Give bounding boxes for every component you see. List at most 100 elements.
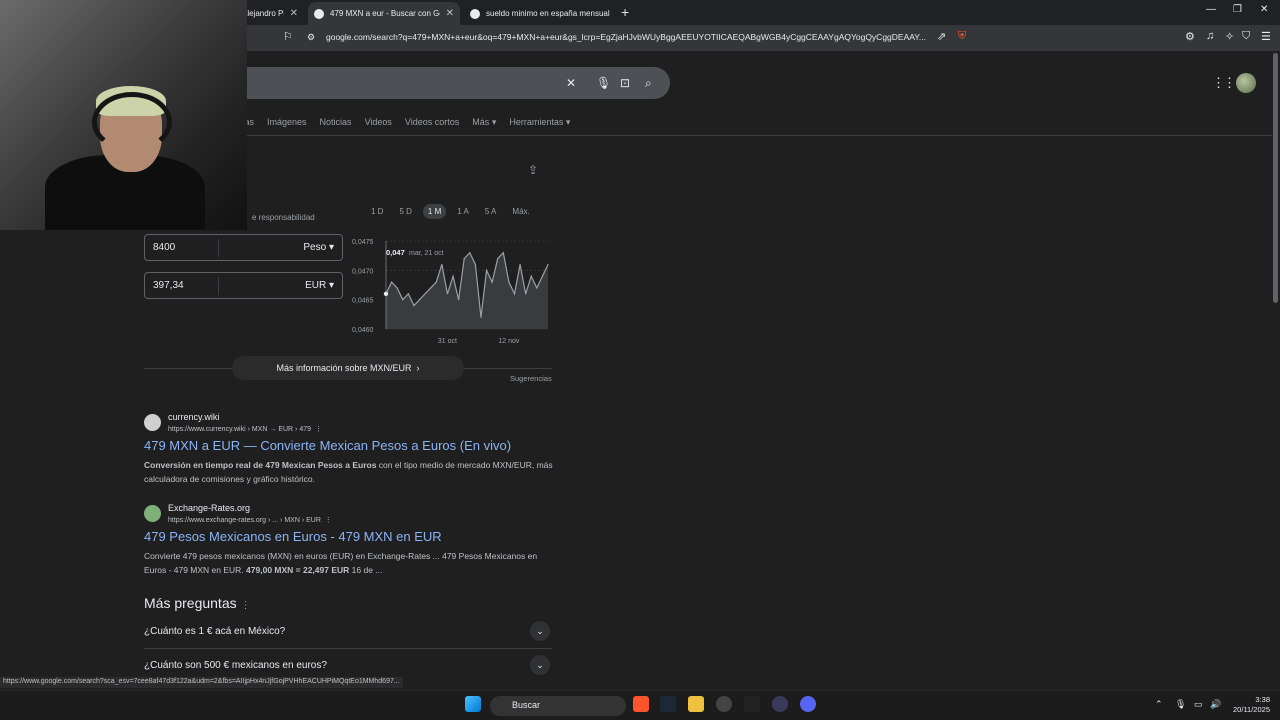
range-5a[interactable]: 5 A <box>480 204 502 219</box>
result-title-link[interactable]: 479 Pesos Mexicanos en Euros - 479 MXN e… <box>144 529 442 544</box>
tab-videos[interactable]: Videos <box>365 117 392 128</box>
search-icon[interactable]: ⌕ <box>645 76 652 91</box>
close-window-icon[interactable]: ✕ <box>1260 4 1268 15</box>
vpn-icon[interactable]: ⛉ <box>1242 30 1250 43</box>
result-cite-text: https://www.exchange-rates.org › ... › M… <box>168 517 321 524</box>
range-1a[interactable]: 1 A <box>452 204 474 219</box>
data-point <box>446 293 449 295</box>
chevron-down-icon[interactable]: ⌄ <box>530 621 550 641</box>
avatar[interactable] <box>1236 73 1256 93</box>
result-cite: https://www.currency.wiki › MXN → EUR › … <box>168 426 322 433</box>
data-point <box>413 304 415 307</box>
share-icon[interactable]: ⇗ <box>937 30 946 43</box>
range-max[interactable]: Máx. <box>507 204 534 219</box>
taskbar-search[interactable]: Buscar <box>490 696 626 716</box>
tab-tools-label: Herramientas <box>509 117 564 127</box>
close-icon[interactable]: ✕ <box>446 8 454 19</box>
minimize-icon[interactable]: — <box>1206 4 1216 15</box>
exchange-rate-chart[interactable]: 0,0475 0,0470 0,0465 0,0460 0,047 mar, 21 oct… <box>350 235 552 345</box>
range-1d[interactable]: 1 D <box>366 204 388 219</box>
maximize-icon[interactable]: ❐ <box>1233 4 1242 15</box>
result-title-link[interactable]: 479 MXN a EUR — Convierte Mexican Pesos … <box>144 438 511 453</box>
more-info-label: Más información sobre MXN/EUR <box>276 363 412 373</box>
result-site[interactable]: currency.wiki <box>168 412 219 422</box>
data-point <box>485 269 488 271</box>
tab-short-videos[interactable]: Videos cortos <box>405 117 459 128</box>
scrollbar-thumb[interactable] <box>1273 53 1278 303</box>
brave-shield-icon[interactable]: ⛨ <box>958 30 966 43</box>
tab-news[interactable]: Noticias <box>320 117 352 128</box>
data-point <box>530 275 532 277</box>
data-point <box>424 293 426 295</box>
snippet-bold: Conversión en tiempo real de 479 Mexican… <box>144 460 377 470</box>
search-nav-tabs: cas Imágenes Noticias Videos Videos cort… <box>240 117 570 128</box>
lens-icon[interactable]: ⊡ <box>620 76 630 90</box>
data-point <box>513 293 516 295</box>
y-tick-label: 0,0475 <box>352 239 374 246</box>
file-explorer-icon[interactable] <box>688 696 704 712</box>
taskbar-search-label: Buscar <box>512 700 541 710</box>
tab-2[interactable]: 479 MXN a eur - Buscar con Go ✕ <box>308 2 460 25</box>
data-point <box>474 263 476 266</box>
from-currency-select[interactable]: Peso ▾ <box>303 242 334 253</box>
data-point <box>435 281 437 283</box>
share-icon[interactable]: ⇪ <box>528 163 538 177</box>
suggestions-link[interactable]: Sugerencias <box>510 374 552 383</box>
windows-start-icon[interactable] <box>465 696 481 712</box>
tab-title: 479 MXN a eur - Buscar con Go <box>330 9 440 18</box>
discord-icon[interactable] <box>800 696 816 712</box>
more-options-icon[interactable]: ⋮ <box>241 600 251 611</box>
range-5d[interactable]: 5 D <box>394 204 416 219</box>
to-currency-select[interactable]: EUR ▾ <box>305 280 334 291</box>
extensions-icon[interactable]: ⚙ <box>1185 30 1195 43</box>
new-tab-button[interactable]: + <box>621 4 629 20</box>
from-value[interactable]: 8400 <box>153 242 175 253</box>
from-amount-field[interactable]: 8400 Peso ▾ <box>144 234 343 261</box>
status-bar: https://www.google.com/search?sca_esv=7c… <box>0 677 403 688</box>
microphone-icon[interactable]: 🎙 <box>1175 699 1186 710</box>
range-1m[interactable]: 1 M <box>422 204 447 219</box>
google-favicon-icon <box>470 8 480 19</box>
microphone-icon[interactable]: 🎙 <box>596 76 611 90</box>
site-info-icon[interactable]: ⚙ <box>307 32 315 43</box>
disclaimer-link[interactable]: e responsabilidad <box>252 213 315 222</box>
clock[interactable]: 3:38 20/11/2025 <box>1228 695 1270 715</box>
clear-icon[interactable]: ✕ <box>566 76 576 90</box>
data-point <box>525 293 527 295</box>
obs-icon[interactable] <box>716 696 732 712</box>
divider <box>240 135 1272 136</box>
volume-icon[interactable]: 🔊 <box>1210 699 1221 710</box>
brave-icon[interactable] <box>633 696 649 712</box>
snippet-bold: 479,00 MXN = 22,497 EUR <box>246 565 350 575</box>
terminal-icon[interactable] <box>744 696 760 712</box>
menu-icon[interactable]: ☰ <box>1261 30 1271 43</box>
steam-icon[interactable] <box>660 696 676 712</box>
leo-icon[interactable]: ✧ <box>1225 30 1234 43</box>
music-icon[interactable]: ♫ <box>1206 30 1214 42</box>
paa-question[interactable]: ¿Cuánto es 1 € acá en México? ⌄ <box>144 615 552 648</box>
scrollbar[interactable] <box>1272 51 1280 685</box>
result-site[interactable]: Exchange-Rates.org <box>168 503 250 513</box>
tab-3[interactable]: sueldo minimo en españa mensual - <box>464 2 616 25</box>
data-point <box>452 275 454 277</box>
data-point <box>497 258 499 260</box>
chevron-down-icon[interactable]: ⌄ <box>530 655 550 675</box>
more-info-button[interactable]: Más información sobre MXN/EUR › <box>232 356 464 380</box>
tab-images[interactable]: Imágenes <box>267 117 307 128</box>
y-tick-label: 0,0465 <box>352 298 374 305</box>
chevron-up-icon[interactable]: ⌃ <box>1155 699 1163 710</box>
close-icon[interactable]: ✕ <box>290 8 298 19</box>
to-value[interactable]: 397,34 <box>153 280 184 291</box>
tab-more[interactable]: Más ▾ <box>472 117 496 128</box>
data-point <box>469 252 471 254</box>
bookmark-icon[interactable]: ⚐ <box>283 30 293 43</box>
data-point <box>396 287 398 289</box>
paa-title: Más preguntas ⋮ <box>144 595 251 611</box>
data-point <box>480 316 482 318</box>
tab-tools[interactable]: Herramientas ▾ <box>509 117 570 128</box>
display-icon[interactable]: ▭ <box>1194 699 1203 710</box>
url-field[interactable]: google.com/search?q=479+MXN+a+eur&oq=479… <box>326 32 931 42</box>
to-amount-field[interactable]: 397,34 EUR ▾ <box>144 272 343 299</box>
app-icon[interactable] <box>772 696 788 712</box>
snippet-text: 16 de ... <box>349 565 383 575</box>
